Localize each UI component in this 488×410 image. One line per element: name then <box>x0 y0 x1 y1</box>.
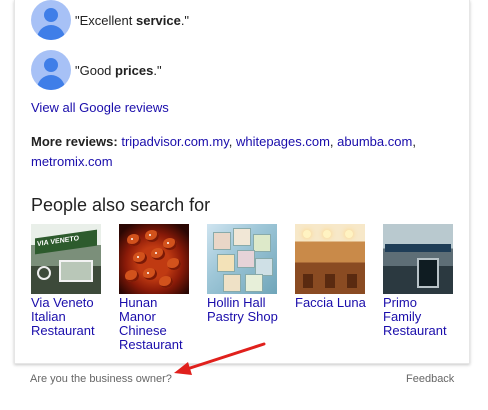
reviewer-avatar-icon <box>31 0 71 40</box>
restaurant-thumbnail[interactable] <box>383 224 453 294</box>
feedback-link[interactable]: Feedback <box>406 373 454 385</box>
annotation-arrow-icon <box>174 342 266 375</box>
more-reviews-label: More reviews: <box>31 134 118 149</box>
restaurant-thumbnail[interactable]: VIA VENETO <box>31 224 101 294</box>
review-source-link-metromix[interactable]: metromix.com <box>31 154 113 169</box>
pas-item-label[interactable]: Primo Family Restaurant <box>383 296 457 338</box>
review-source-link-abumba[interactable]: abumba.com <box>337 134 412 149</box>
review-source-link-whitepages[interactable]: whitepages.com <box>236 134 330 149</box>
pas-item-via-veneto[interactable]: VIA VENETO Via Veneto Italian Restaurant <box>31 224 105 338</box>
pas-item-label[interactable]: Via Veneto Italian Restaurant <box>31 296 105 338</box>
review-snippet: "Excellent service." <box>31 0 189 40</box>
pas-item-primo-family[interactable]: Primo Family Restaurant <box>383 224 457 338</box>
review-source-link-tripadvisor[interactable]: tripadvisor.com.my <box>121 134 228 149</box>
review-quote: "Excellent service." <box>75 12 190 28</box>
business-owner-link[interactable]: Are you the business owner? <box>30 373 172 385</box>
knowledge-panel-card: "Excellent service." "Good prices." View… <box>14 0 470 364</box>
restaurant-thumbnail[interactable] <box>207 224 277 294</box>
restaurant-thumbnail[interactable] <box>119 224 189 294</box>
pas-item-hunan-manor[interactable]: Hunan Manor Chinese Restaurant <box>119 224 193 352</box>
people-also-search-title: People also search for <box>31 195 211 215</box>
pas-item-faccia-luna[interactable]: Faccia Luna <box>295 224 369 310</box>
pas-item-label[interactable]: Hollin Hall Pastry Shop <box>207 296 281 324</box>
pas-item-hollin-hall[interactable]: Hollin Hall Pastry Shop <box>207 224 281 324</box>
view-all-reviews-link[interactable]: View all Google reviews <box>31 100 169 115</box>
more-reviews: More reviews: tripadvisor.com.my, whitep… <box>31 134 416 169</box>
review-quote: "Good prices." <box>75 62 162 78</box>
pas-item-label[interactable]: Faccia Luna <box>295 296 369 310</box>
restaurant-thumbnail[interactable] <box>295 224 365 294</box>
review-snippet: "Good prices." <box>31 50 162 90</box>
reviewer-avatar-icon <box>31 50 71 90</box>
